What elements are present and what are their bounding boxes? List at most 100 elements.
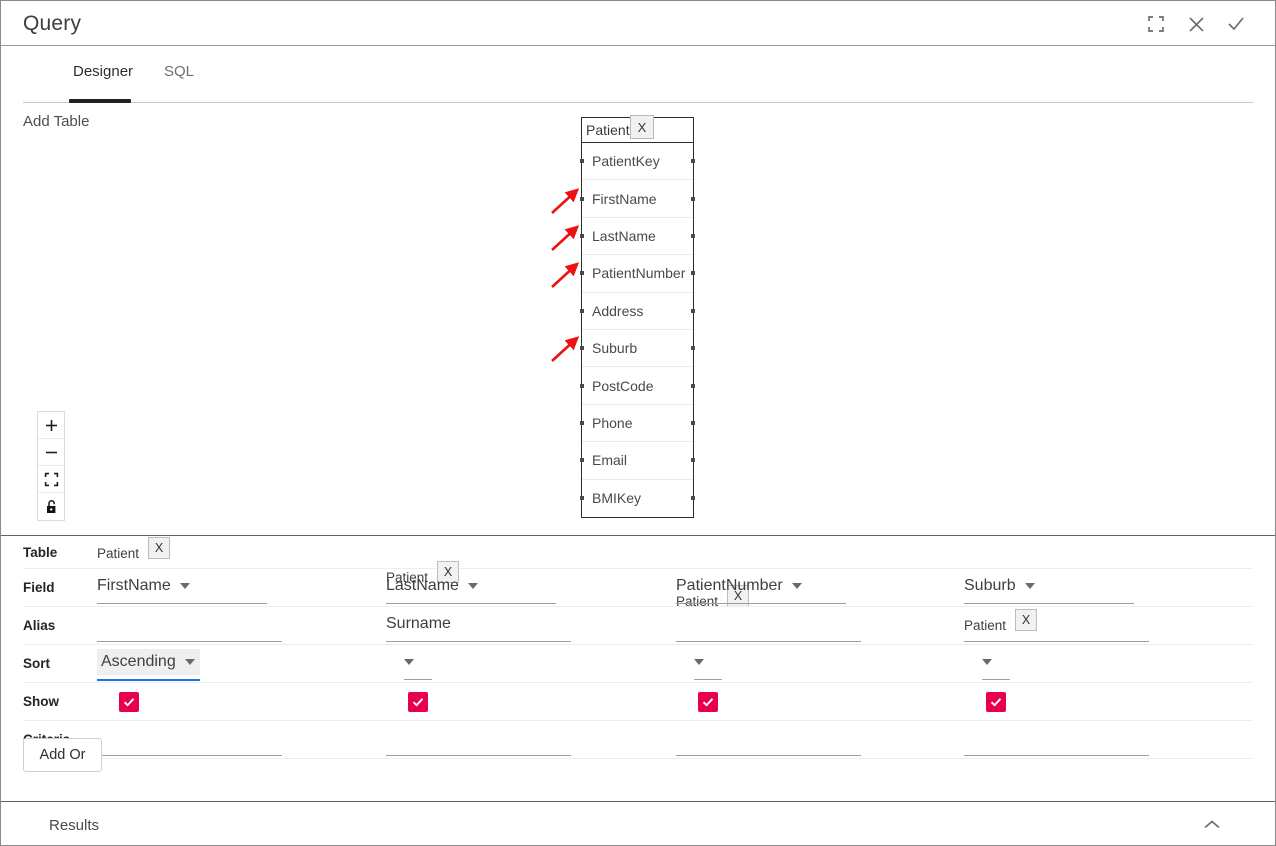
close-icon[interactable]	[1181, 9, 1211, 39]
table-chip-remove-button[interactable]: X	[148, 537, 170, 559]
grid-row-field: Field FirstName LastName PatientNumber Subu…	[23, 569, 1253, 607]
field-select-wrapper: Suburb	[964, 573, 1134, 604]
connector-port-left[interactable]	[580, 458, 584, 463]
show-checkbox[interactable]	[119, 692, 139, 712]
connector-port-right[interactable]	[691, 383, 695, 388]
grid-row-show: Show	[23, 683, 1253, 721]
field-select[interactable]: PatientNumber	[676, 573, 846, 599]
fit-screen-icon[interactable]	[38, 466, 64, 493]
field-select-value: FirstName	[97, 577, 171, 594]
criteria-underline	[676, 755, 861, 756]
chevron-down-icon[interactable]	[404, 659, 414, 665]
add-table-button[interactable]: Add Table	[23, 113, 89, 130]
field-select[interactable]: FirstName	[97, 573, 267, 599]
alias-input[interactable]	[676, 611, 861, 637]
designer-canvas[interactable]: Add Table Patient X PatientKey FirstName…	[1, 103, 1275, 535]
criteria-input[interactable]	[964, 725, 1149, 751]
alias-input[interactable]	[964, 611, 1149, 637]
entity-field-patientkey[interactable]: PatientKey	[580, 143, 695, 181]
row-label-alias: Alias	[23, 618, 56, 633]
field-select[interactable]: LastName	[386, 573, 556, 599]
connector-port-left[interactable]	[580, 233, 584, 238]
zoom-out-icon[interactable]	[38, 439, 64, 466]
connector-port-left[interactable]	[580, 308, 584, 313]
connector-port-right[interactable]	[691, 346, 695, 351]
connector-port-left[interactable]	[580, 196, 584, 201]
tab-designer[interactable]: Designer	[69, 63, 137, 80]
connector-port-right[interactable]	[691, 420, 695, 425]
entity-header[interactable]: Patient X	[582, 115, 693, 143]
entity-field-address[interactable]: Address	[580, 293, 695, 330]
connector-port-left[interactable]	[580, 383, 584, 388]
connector-port-left[interactable]	[580, 346, 584, 351]
chevron-down-icon[interactable]	[791, 583, 802, 589]
field-select-wrapper: LastName	[386, 573, 556, 604]
chevron-down-icon[interactable]	[694, 659, 704, 665]
accept-icon[interactable]	[1221, 9, 1251, 39]
sort-select[interactable]: Ascending	[97, 649, 200, 675]
field-select-wrapper: FirstName	[97, 573, 267, 604]
tab-sql[interactable]: SQL	[160, 63, 198, 80]
show-checkbox[interactable]	[986, 692, 1006, 712]
connector-port-right[interactable]	[691, 159, 695, 164]
chevron-up-icon[interactable]	[1196, 812, 1228, 838]
field-select[interactable]: Suburb	[964, 573, 1134, 599]
chevron-down-icon[interactable]	[467, 583, 478, 589]
criteria-input[interactable]	[676, 725, 861, 751]
entity-field-label: PostCode	[592, 377, 654, 394]
sort-select[interactable]	[694, 649, 722, 675]
entity-remove-button[interactable]: X	[630, 115, 654, 139]
sort-select-wrapper	[404, 649, 432, 680]
zoom-in-icon[interactable]	[38, 412, 64, 439]
sort-underline	[982, 679, 1010, 680]
entity-field-email[interactable]: Email	[580, 442, 695, 480]
entity-field-bmikey[interactable]: BMIKey	[580, 480, 695, 517]
connector-port-right[interactable]	[691, 496, 695, 501]
add-or-button[interactable]: Add Or	[23, 738, 102, 772]
chevron-down-icon[interactable]	[179, 583, 190, 589]
criteria-input-wrapper	[676, 725, 861, 756]
connector-port-right[interactable]	[691, 196, 695, 201]
criteria-underline	[97, 755, 282, 756]
entity-field-postcode[interactable]: PostCode	[580, 367, 695, 405]
title-bar: Query	[1, 1, 1275, 46]
sort-select[interactable]	[982, 649, 1010, 675]
entity-field-lastname[interactable]: LastName	[580, 218, 695, 256]
connector-port-left[interactable]	[580, 271, 584, 276]
connector-port-left[interactable]	[580, 496, 584, 501]
sort-select[interactable]	[404, 649, 432, 675]
alias-input[interactable]	[97, 611, 282, 637]
chevron-down-icon[interactable]	[1024, 583, 1035, 589]
connector-port-right[interactable]	[691, 233, 695, 238]
chevron-down-icon[interactable]	[184, 659, 195, 665]
lock-icon[interactable]	[38, 493, 64, 520]
alias-input[interactable]: Surname	[386, 611, 571, 637]
criteria-input[interactable]	[386, 725, 571, 751]
entity-field-suburb[interactable]: Suburb	[580, 330, 695, 368]
connector-port-right[interactable]	[691, 271, 695, 276]
entity-field-patientnumber[interactable]: PatientNumber	[580, 255, 695, 293]
criteria-input-wrapper	[97, 725, 282, 756]
entity-field-firstname[interactable]: FirstName	[580, 180, 695, 218]
show-checkbox[interactable]	[408, 692, 428, 712]
show-checkbox[interactable]	[698, 692, 718, 712]
chevron-down-icon[interactable]	[982, 659, 992, 665]
connector-port-right[interactable]	[691, 458, 695, 463]
grid-row-criteria: Criteria	[23, 721, 1253, 759]
connector-port-right[interactable]	[691, 308, 695, 313]
entity-table-patient[interactable]: Patient X PatientKey FirstName LastName Pat…	[580, 115, 695, 518]
table-chip-name: Patient	[97, 545, 140, 561]
connector-port-left[interactable]	[580, 420, 584, 425]
connector-port-left[interactable]	[580, 159, 584, 164]
criteria-input-wrapper	[964, 725, 1149, 756]
criteria-input[interactable]	[97, 725, 282, 751]
sort-select-value: Ascending	[101, 653, 176, 670]
alias-input-wrapper: Surname	[386, 611, 571, 642]
entity-field-label: FirstName	[592, 190, 657, 207]
grid-row-alias: Alias Surname	[23, 607, 1253, 645]
expand-icon[interactable]	[1141, 9, 1171, 39]
field-select-value: LastName	[386, 577, 459, 594]
field-underline	[97, 603, 267, 604]
entity-field-phone[interactable]: Phone	[580, 405, 695, 443]
field-underline	[964, 603, 1134, 604]
